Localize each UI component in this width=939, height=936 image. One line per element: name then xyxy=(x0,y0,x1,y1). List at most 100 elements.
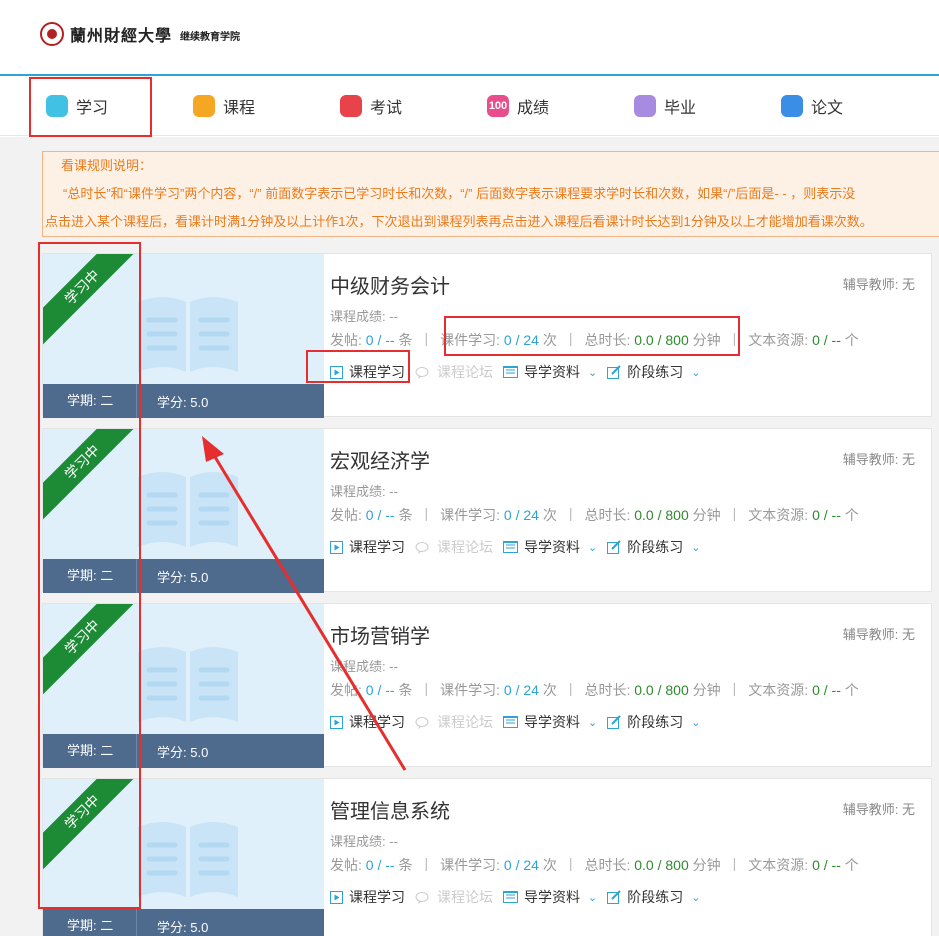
course-title[interactable]: 中级财务会计 xyxy=(330,270,450,299)
practice-dropdown[interactable]: 阶段练习 ⌄ xyxy=(607,887,700,907)
text-resource-stat: 文本资源: 0 / -- 个 xyxy=(748,682,859,698)
course-icon xyxy=(193,94,215,117)
course-info: 市场营销学 辅导教师: 无 课程成绩: -- 发帖: 0 / -- 条 | 课件… xyxy=(330,604,931,768)
graduation-icon xyxy=(634,94,656,117)
course-info: 管理信息系统 辅导教师: 无 课程成绩: -- 发帖: 0 / -- 条 | 课… xyxy=(330,779,931,936)
status-ribbon: 学习中 xyxy=(43,779,145,875)
courseware-stat: 课件学习: 0 / 24 次 xyxy=(440,332,557,348)
posts-stat: 发帖: 0 / -- 条 xyxy=(330,682,413,698)
site-header: 蘭州財經大學 继续教育学院 xyxy=(0,0,939,76)
course-study-button[interactable]: 课程学习 xyxy=(330,362,405,382)
tutor-label: 辅导教师: 无 xyxy=(842,802,915,817)
course-meta-bar: 学期: 二 学分: 5.0 xyxy=(43,909,324,936)
course-thumbnail[interactable]: 学习中 学期: 二 学分: 5.0 xyxy=(43,779,324,936)
course-actions: 课程学习 课程论坛 导学资料 ⌄ 阶段练习 ⌄ xyxy=(330,887,700,907)
university-seal-icon xyxy=(40,22,64,46)
nav-item-3[interactable]: 100 成绩 xyxy=(469,76,616,136)
nav-item-2[interactable]: 考试 xyxy=(322,76,469,136)
university-logo[interactable]: 蘭州財經大學 继续教育学院 xyxy=(40,22,240,46)
nav-item-1[interactable]: 课程 xyxy=(175,76,322,136)
course-grade: 课程成绩: -- xyxy=(330,484,398,499)
course-meta-bar: 学期: 二 学分: 5.0 xyxy=(43,734,324,768)
term-info: 学期: 二 xyxy=(43,909,137,936)
status-ribbon: 学习中 xyxy=(43,254,145,350)
course-title[interactable]: 市场营销学 xyxy=(330,620,430,649)
guide-icon xyxy=(503,541,518,553)
posts-stat: 发帖: 0 / -- 条 xyxy=(330,507,413,523)
course-forum-button[interactable]: 课程论坛 xyxy=(415,712,493,732)
practice-dropdown[interactable]: 阶段练习 ⌄ xyxy=(607,537,700,557)
course-card: 学习中 学期: 二 学分: 5.0 中级财务会计 辅导教师: 无 课程成绩: -… xyxy=(42,253,932,418)
exam-icon xyxy=(340,94,362,117)
nav-item-label: 成绩 xyxy=(517,99,550,117)
credit-info: 学分: 5.0 xyxy=(157,569,209,585)
course-actions: 课程学习 课程论坛 导学资料 ⌄ 阶段练习 ⌄ xyxy=(330,362,700,382)
study-guide-dropdown[interactable]: 导学资料 ⌄ xyxy=(503,887,597,907)
course-study-button[interactable]: 课程学习 xyxy=(330,887,405,907)
course-thumbnail[interactable]: 学习中 学期: 二 学分: 5.0 xyxy=(43,254,324,418)
course-forum-button[interactable]: 课程论坛 xyxy=(415,362,493,382)
main-nav: 学习 课程 考试 100 成绩 毕业 论文 xyxy=(0,76,939,136)
term-info: 学期: 二 xyxy=(43,559,137,593)
nav-item-0[interactable]: 学习 xyxy=(28,76,175,136)
course-thumbnail[interactable]: 学习中 学期: 二 学分: 5.0 xyxy=(43,604,324,768)
guide-icon xyxy=(503,716,518,728)
course-grade: 课程成绩: -- xyxy=(330,834,398,849)
course-card: 学习中 学期: 二 学分: 5.0 管理信息系统 辅导教师: 无 课程成绩: -… xyxy=(42,778,932,936)
course-info: 宏观经济学 辅导教师: 无 课程成绩: -- 发帖: 0 / -- 条 | 课件… xyxy=(330,429,931,593)
course-forum-button[interactable]: 课程论坛 xyxy=(415,887,493,907)
chat-icon xyxy=(415,716,429,729)
credit-info: 学分: 5.0 xyxy=(157,394,209,410)
course-stats: 发帖: 0 / -- 条 | 课件学习: 0 / 24 次 | 总时长: 0.0… xyxy=(330,855,859,873)
chat-icon xyxy=(415,366,429,379)
study-guide-dropdown[interactable]: 导学资料 ⌄ xyxy=(503,712,597,732)
course-study-button[interactable]: 课程学习 xyxy=(330,712,405,732)
chat-icon xyxy=(415,541,429,554)
nav-item-label: 考试 xyxy=(370,99,403,117)
course-title[interactable]: 宏观经济学 xyxy=(330,445,430,474)
courseware-stat: 课件学习: 0 / 24 次 xyxy=(440,682,557,698)
practice-dropdown[interactable]: 阶段练习 ⌄ xyxy=(607,712,700,732)
school-name: 蘭州財經大學 xyxy=(70,26,173,45)
duration-stat: 总时长: 0.0 / 800 分钟 xyxy=(584,682,721,698)
nav-item-label: 课程 xyxy=(223,99,256,117)
duration-stat: 总时长: 0.0 / 800 分钟 xyxy=(584,332,721,348)
edit-icon xyxy=(607,365,621,379)
viewing-rules-notice: 看课规则说明： “总时长”和“课件学习”两个内容，“/” 前面数字表示已学习时长… xyxy=(42,151,939,237)
course-title[interactable]: 管理信息系统 xyxy=(330,795,450,824)
course-stats: 发帖: 0 / -- 条 | 课件学习: 0 / 24 次 | 总时长: 0.0… xyxy=(330,330,859,348)
course-study-button[interactable]: 课程学习 xyxy=(330,537,405,557)
term-info: 学期: 二 xyxy=(43,384,137,418)
course-info: 中级财务会计 辅导教师: 无 课程成绩: -- 发帖: 0 / -- 条 | 课… xyxy=(330,254,931,418)
chat-icon xyxy=(415,891,429,904)
course-grade: 课程成绩: -- xyxy=(330,309,398,324)
notice-line-1: “总时长”和“课件学习”两个内容，“/” 前面数字表示已学习时长和次数，“/” … xyxy=(63,186,856,201)
courseware-stat: 课件学习: 0 / 24 次 xyxy=(440,507,557,523)
chevron-down-icon: ⌄ xyxy=(588,891,598,904)
nav-item-5[interactable]: 论文 xyxy=(763,76,910,136)
nav-item-4[interactable]: 毕业 xyxy=(616,76,763,136)
study-guide-dropdown[interactable]: 导学资料 ⌄ xyxy=(503,362,597,382)
notice-title: 看课规则说明： xyxy=(61,158,153,173)
course-stats: 发帖: 0 / -- 条 | 课件学习: 0 / 24 次 | 总时长: 0.0… xyxy=(330,505,859,523)
study-guide-dropdown[interactable]: 导学资料 ⌄ xyxy=(503,537,597,557)
score-icon: 100 xyxy=(487,94,509,117)
courseware-stat: 课件学习: 0 / 24 次 xyxy=(440,857,557,873)
status-ribbon: 学习中 xyxy=(43,429,145,525)
credit-info: 学分: 5.0 xyxy=(157,919,209,935)
chevron-down-icon: ⌄ xyxy=(691,891,701,904)
nav-item-label: 学习 xyxy=(76,99,109,117)
practice-dropdown[interactable]: 阶段练习 ⌄ xyxy=(607,362,700,382)
play-icon xyxy=(330,365,343,379)
main-content: 看课规则说明： “总时长”和“课件学习”两个内容，“/” 前面数字表示已学习时长… xyxy=(0,137,939,936)
course-thumbnail[interactable]: 学习中 学期: 二 学分: 5.0 xyxy=(43,429,324,593)
chevron-down-icon: ⌄ xyxy=(588,366,598,379)
chevron-down-icon: ⌄ xyxy=(691,716,701,729)
play-icon xyxy=(330,890,343,904)
tutor-label: 辅导教师: 无 xyxy=(842,452,915,467)
tutor-label: 辅导教师: 无 xyxy=(842,277,915,292)
tutor-label: 辅导教师: 无 xyxy=(842,627,915,642)
course-actions: 课程学习 课程论坛 导学资料 ⌄ 阶段练习 ⌄ xyxy=(330,712,700,732)
paper-icon xyxy=(781,94,803,117)
course-forum-button[interactable]: 课程论坛 xyxy=(415,537,493,557)
